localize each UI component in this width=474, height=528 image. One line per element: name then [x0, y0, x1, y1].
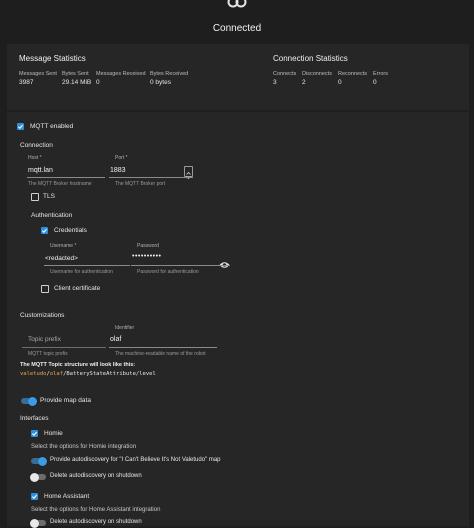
port-stepper[interactable]	[184, 166, 193, 180]
connection-status: Connected	[212, 23, 262, 34]
stat-label: Bytes Sent	[62, 71, 89, 77]
home-assistant-delete-on-shutdown-toggle[interactable]	[30, 518, 46, 528]
mqtt-enabled-checkbox[interactable]	[17, 123, 24, 130]
tls-label: TLS	[43, 193, 55, 200]
credentials-label: Credentials	[54, 227, 87, 234]
topic-structure-title: The MQTT Topic structure will look like …	[20, 362, 136, 368]
homie-autodiscovery-label: Provide autodiscovery for "I Can't Belie…	[50, 457, 221, 463]
topic-prefix-placeholder: Topic prefix	[28, 336, 61, 343]
port-input[interactable]: 1883	[110, 167, 126, 174]
homie-label: Homie	[44, 430, 63, 437]
provide-map-data-toggle[interactable]	[21, 396, 37, 406]
stat-label: Reconnects	[338, 71, 368, 77]
connection-statistics-title: Connection Statistics	[273, 54, 348, 63]
credentials-checkbox[interactable]	[41, 227, 48, 234]
homie-delete-on-shutdown-label: Delete autodiscovery on shutdown	[50, 473, 142, 479]
home-assistant-checkbox[interactable]	[31, 493, 38, 500]
stat-value: 0 bytes	[150, 79, 171, 86]
homie-autodiscovery-toggle[interactable]	[31, 456, 47, 466]
stat-value: 0	[96, 79, 100, 86]
stat-label: Disconnects	[302, 71, 332, 77]
username-label: Username *	[50, 243, 77, 249]
stat-label: Connects	[273, 71, 297, 77]
topic-prefix-underline	[22, 347, 106, 348]
topic-identifier-part: olaf	[49, 371, 64, 377]
home-assistant-label: Home Assistant	[44, 493, 90, 500]
identifier-input[interactable]: olaf	[110, 336, 121, 343]
identifier-hint: The machine-readable name of the robot	[115, 351, 206, 357]
host-input[interactable]: mqtt.lan	[28, 167, 53, 174]
port-hint: The MQTT Broker port	[115, 181, 166, 187]
homie-description: Select the options for Homie integration	[31, 444, 137, 450]
password-input[interactable]: ••••••••••	[132, 253, 162, 260]
username-input[interactable]: <redacted>	[45, 255, 78, 262]
topic-prefix-input[interactable]: Topic prefix	[28, 336, 61, 343]
username-input-underline	[44, 265, 130, 266]
tls-checkbox[interactable]	[31, 193, 39, 201]
provide-map-data-label: Provide map data	[40, 397, 91, 404]
username-hint: Username for authentication	[50, 269, 113, 275]
topic-suffix-part: /BatteryStateAttribute/level	[63, 371, 156, 377]
topic-prefix-part: valetudo	[20, 371, 47, 377]
interfaces-section-title: Interfaces	[20, 415, 49, 422]
stat-value: 3987	[19, 79, 34, 86]
identifier-label: Identifier	[115, 325, 135, 331]
mqtt-settings-panel	[7, 112, 469, 526]
password-label: Password	[137, 243, 159, 249]
home-assistant-description: Select the options for Home Assistant in…	[31, 507, 161, 513]
mqtt-enabled-label: MQTT enabled	[30, 123, 74, 130]
host-hint: The MQTT Broker hostname	[28, 181, 92, 187]
homie-checkbox[interactable]	[31, 430, 38, 437]
port-label: Port *	[115, 155, 128, 161]
eye-icon[interactable]	[219, 256, 230, 268]
link-icon	[227, 0, 247, 10]
stat-value: 29.14 MiB	[62, 79, 92, 86]
customizations-section-title: Customizations	[20, 312, 65, 319]
stat-label: Messages Sent	[19, 71, 57, 77]
stat-value: 0	[338, 79, 342, 86]
stat-label: Messages Received	[96, 71, 146, 77]
stat-value: 0	[373, 79, 377, 86]
client-certificate-label: Client certificate	[54, 285, 101, 292]
toggle-knob	[38, 456, 47, 466]
authentication-section-title: Authentication	[31, 212, 73, 219]
client-certificate-checkbox[interactable]	[41, 285, 49, 293]
stat-value: 3	[273, 79, 277, 86]
password-hint: Password for authentication	[137, 269, 199, 275]
password-input-underline	[131, 265, 230, 266]
host-input-underline	[27, 177, 105, 178]
homie-delete-on-shutdown-toggle[interactable]	[30, 472, 46, 482]
connection-section-title: Connection	[20, 142, 53, 149]
port-input-underline	[109, 177, 193, 178]
toggle-knob	[30, 518, 39, 528]
toggle-knob	[28, 396, 37, 406]
stat-value: 2	[302, 79, 306, 86]
home-assistant-delete-on-shutdown-label: Delete autodiscovery on shutdown	[50, 519, 142, 525]
topic-prefix-hint: MQTT topic prefix	[28, 351, 68, 357]
message-statistics-title: Message Statistics	[19, 54, 86, 63]
stat-label: Errors	[373, 71, 388, 77]
toggle-knob	[30, 472, 39, 482]
identifier-underline	[109, 347, 217, 348]
statistics-panel: Message Statistics Messages Sent Bytes S…	[7, 44, 469, 110]
topic-structure-example: valetudo/olaf/BatteryStateAttribute/leve…	[20, 371, 156, 377]
stat-label: Bytes Received	[150, 71, 189, 77]
host-label: Host *	[28, 155, 42, 161]
connection-status-header: Connected	[0, 0, 474, 42]
